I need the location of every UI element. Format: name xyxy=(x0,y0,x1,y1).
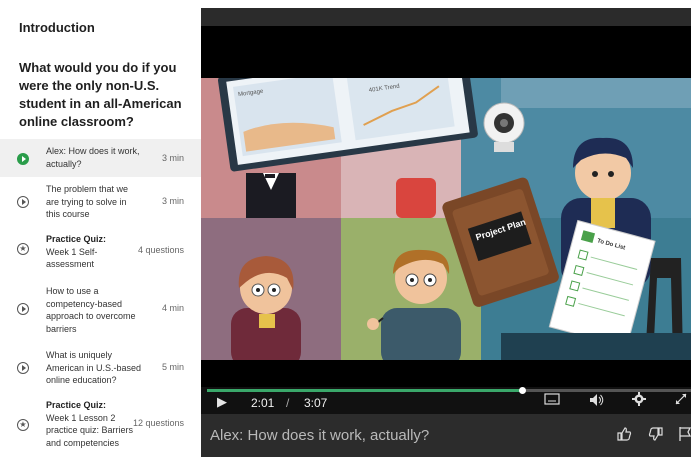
lesson-item-label: Alex: How does it work, actually? xyxy=(46,146,140,169)
lesson-item[interactable]: The problem that we are trying to solve … xyxy=(0,177,201,227)
lesson-item-questions: 4 questions xyxy=(137,245,184,255)
play-icon xyxy=(17,153,29,165)
video-scene-illustration: Mortgage 401K Trend Project Plan To Do L… xyxy=(201,78,691,360)
section-title: Introduction xyxy=(19,20,95,35)
video-title-caption: Alex: How does it work, actually? xyxy=(210,427,430,444)
lesson-item-text: Practice Quiz: Week 1 Self-assessment xyxy=(46,233,142,271)
lesson-item[interactable]: ★ Practice Quiz: Week 1 Self-assessment … xyxy=(0,227,201,279)
progress-fill xyxy=(207,389,522,392)
volume-icon[interactable] xyxy=(589,393,605,410)
duration: 3:07 xyxy=(304,396,328,410)
fullscreen-icon[interactable] xyxy=(674,392,688,409)
lesson-item-label: How to use a competency-based approach t… xyxy=(46,286,136,334)
play-button[interactable]: ▶ xyxy=(217,394,227,410)
lesson-item[interactable]: ★ Practice Quiz: Week 1 Lesson 2 practic… xyxy=(0,393,201,457)
lesson-item-kind: Practice Quiz: xyxy=(46,400,107,410)
lesson-item-list: Alex: How does it work, actually? 3 min … xyxy=(0,139,201,457)
play-icon xyxy=(17,362,29,374)
progress-handle[interactable] xyxy=(518,387,526,394)
lesson-item-label: Week 1 Lesson 2 practice quiz: Barriers … xyxy=(46,412,134,448)
lesson-item-kind: Practice Quiz: xyxy=(46,234,107,244)
player-controls: ▶ 2:01 / 3:07 xyxy=(201,387,691,414)
captions-icon[interactable] xyxy=(544,393,560,408)
player-top-bar xyxy=(201,8,691,26)
flag-icon[interactable] xyxy=(679,426,691,445)
play-icon xyxy=(17,303,29,315)
time-separator: / xyxy=(286,396,290,410)
lesson-item[interactable]: Alex: How does it work, actually? 3 min xyxy=(0,139,201,177)
lesson-item-label: Week 1 Self-assessment xyxy=(46,246,98,270)
lesson-item-duration: 5 min xyxy=(161,362,184,372)
lesson-item-duration: 3 min xyxy=(161,153,184,163)
lesson-item-questions: 12 questions xyxy=(132,418,184,428)
thumbs-down-icon[interactable] xyxy=(648,426,664,445)
lesson-item-duration: 4 min xyxy=(161,303,184,313)
practice-quiz-icon: ★ xyxy=(17,243,29,255)
lesson-item-duration: 3 min xyxy=(161,196,184,206)
thumbs-up-icon[interactable] xyxy=(616,426,632,445)
course-sidebar: Introduction What would you do if you we… xyxy=(0,0,201,457)
lesson-item-label: What is uniquely American in U.S.-based … xyxy=(46,350,142,385)
caption-bar: Alex: How does it work, actually? xyxy=(201,414,691,457)
play-icon xyxy=(17,196,29,208)
settings-gear-icon[interactable] xyxy=(632,392,646,409)
practice-quiz-icon: ★ xyxy=(17,419,29,431)
lesson-item[interactable]: What is uniquely American in U.S.-based … xyxy=(0,343,201,393)
video-player[interactable]: Mortgage 401K Trend Project Plan To Do L… xyxy=(201,8,691,457)
current-time: 2:01 xyxy=(251,396,275,410)
lesson-item[interactable]: How to use a competency-based approach t… xyxy=(0,279,201,343)
lesson-title: What would you do if you were the only n… xyxy=(19,60,182,129)
lesson-item-label: The problem that we are trying to solve … xyxy=(46,184,129,219)
lesson-item-text: Practice Quiz: Week 1 Lesson 2 practice … xyxy=(46,399,142,449)
video-frame[interactable]: Mortgage 401K Trend Project Plan To Do L… xyxy=(201,78,691,360)
progress-bar[interactable] xyxy=(207,387,691,394)
